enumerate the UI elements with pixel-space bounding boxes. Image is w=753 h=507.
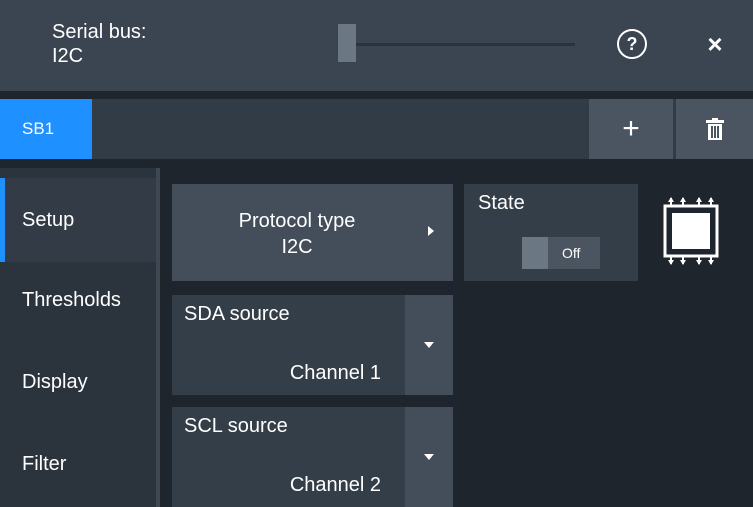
sda-source-label: SDA source [184, 303, 290, 325]
chip-icon [663, 197, 719, 265]
sda-dropdown-button[interactable] [405, 295, 453, 395]
add-bus-button[interactable]: + [589, 99, 673, 159]
protocol-type-label: Protocol type [238, 210, 356, 232]
title-line-2: I2C [52, 45, 84, 67]
close-icon: × [707, 28, 723, 59]
sidebar: Setup Thresholds Display Filter [0, 168, 160, 507]
toggle-knob [522, 237, 548, 269]
sidebar-item-label: Thresholds [22, 288, 121, 311]
scl-source-label: SCL source [184, 415, 288, 437]
chevron-right-icon [428, 226, 434, 236]
sidebar-item-setup[interactable]: Setup [0, 178, 156, 262]
trash-icon [705, 118, 724, 140]
sidebar-item-display[interactable]: Display [0, 340, 156, 424]
help-button[interactable]: ? [617, 29, 647, 59]
state-panel: State Off [464, 184, 638, 281]
transparency-slider-track[interactable] [338, 43, 575, 46]
tab-sb1-label: SB1 [22, 119, 55, 138]
state-toggle[interactable]: Off [522, 237, 600, 269]
plus-icon: + [622, 112, 640, 145]
protocol-type-text: Protocol type I2C [172, 208, 422, 260]
scl-dropdown-button[interactable] [405, 407, 453, 507]
scl-source-value: Channel 2 [289, 474, 381, 496]
sidebar-item-thresholds[interactable]: Thresholds [0, 258, 156, 342]
protocol-type-button[interactable]: Protocol type I2C [172, 184, 453, 281]
delete-bus-button[interactable] [676, 99, 753, 159]
sda-source-select[interactable]: SDA source Channel 1 [172, 295, 453, 395]
title-line-1: Serial bus: [52, 21, 147, 43]
sda-source-value: Channel 1 [289, 362, 381, 384]
dialog-header: Serial bus: I2C ? × [0, 0, 753, 91]
help-icon: ? [626, 33, 638, 54]
protocol-type-value: I2C [281, 236, 313, 258]
sidebar-divider [156, 168, 160, 507]
sidebar-item-label: Display [22, 370, 88, 393]
scl-source-select[interactable]: SCL source Channel 2 [172, 407, 453, 507]
close-button[interactable]: × [700, 29, 730, 59]
sidebar-item-label: Filter [22, 452, 67, 475]
chevron-down-icon [424, 454, 434, 460]
state-value: Off [562, 245, 581, 261]
state-label: State [478, 192, 525, 214]
tab-sb1[interactable]: SB1 [0, 99, 92, 159]
sidebar-item-filter[interactable]: Filter [0, 422, 156, 506]
chevron-down-icon [424, 342, 434, 348]
sidebar-item-label: Setup [22, 208, 75, 231]
transparency-slider-thumb[interactable] [338, 24, 356, 62]
dialog-title: Serial bus: I2C [52, 20, 147, 68]
